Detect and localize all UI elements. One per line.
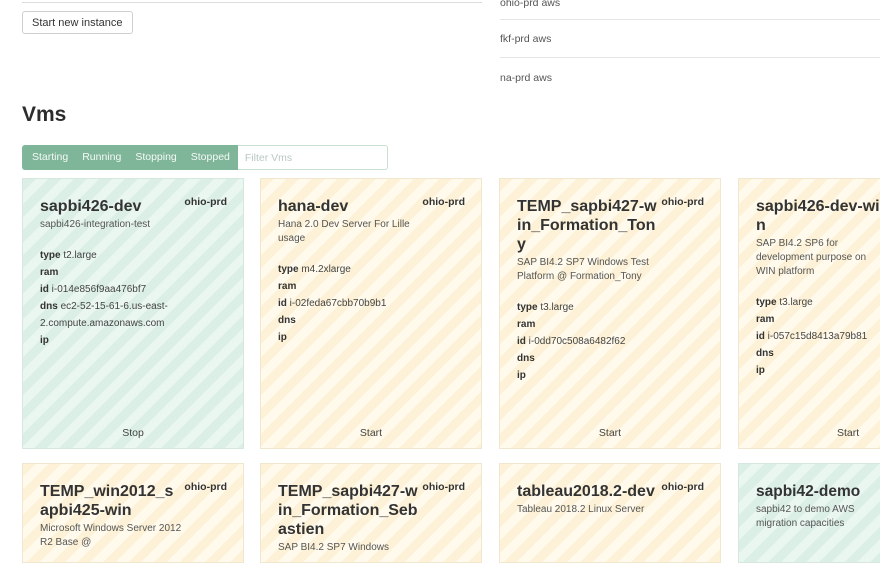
region-item[interactable]: na-prd aws bbox=[500, 58, 880, 98]
prop-label: ram bbox=[756, 314, 775, 325]
region-label: ohio-prd aws bbox=[500, 0, 561, 9]
filter-starting-button[interactable]: Starting bbox=[22, 145, 73, 170]
region-item[interactable]: ohio-prd aws bbox=[500, 0, 880, 20]
start-button[interactable]: Start bbox=[261, 418, 481, 448]
vm-id: i-057c15d8413a79b81 bbox=[767, 331, 868, 342]
vm-region: ohio-prd bbox=[184, 481, 227, 493]
vm-description: SAP BI4.2 SP6 for development purpose on… bbox=[756, 238, 867, 277]
vm-card: TEMP_win2012_sapbi425-win ohio-prd Micro… bbox=[22, 463, 244, 563]
previous-panel-edge bbox=[22, 0, 482, 3]
start-new-instance-button[interactable]: Start new instance bbox=[22, 11, 133, 34]
prop-label: ram bbox=[40, 267, 59, 278]
filter-stopped-button[interactable]: Stopped bbox=[182, 145, 238, 170]
prop-label: ram bbox=[278, 281, 297, 292]
vm-type: t2.large bbox=[63, 250, 97, 261]
region-label: fkf-prd aws bbox=[500, 33, 552, 45]
vm-name: tableau2018.2-dev bbox=[517, 483, 655, 500]
vm-card: sapbi426-dev ohio-prd sapbi426-integrati… bbox=[22, 178, 244, 449]
vm-region: ohio-prd bbox=[661, 481, 704, 493]
prop-label: type bbox=[278, 264, 299, 275]
vm-name: TEMP_sapbi427-win_Formation_Sebastien bbox=[278, 483, 418, 538]
prop-label: id bbox=[278, 298, 287, 309]
vm-name: TEMP_win2012_sapbi425-win bbox=[40, 483, 174, 519]
start-button[interactable]: Start bbox=[500, 418, 720, 448]
start-button[interactable]: Start bbox=[739, 418, 880, 448]
prop-label: id bbox=[756, 331, 765, 342]
prop-label: id bbox=[40, 284, 49, 295]
prop-label: ram bbox=[517, 319, 536, 330]
prop-label: type bbox=[756, 297, 777, 308]
vm-type: m4.2xlarge bbox=[301, 264, 351, 275]
vm-dns: ec2-52-15-61-6.us-east-2.compute.amazona… bbox=[40, 301, 168, 329]
vm-filter-bar: Starting Running Stopping Stopped bbox=[22, 145, 388, 170]
prop-label: ip bbox=[40, 335, 49, 346]
vm-card: TEMP_sapbi427-win_Formation_Sebastien oh… bbox=[260, 463, 482, 563]
region-item[interactable]: fkf-prd aws bbox=[500, 18, 880, 58]
vm-description: SAP BI4.2 SP7 Windows Test Platform @ Fo… bbox=[517, 257, 649, 282]
vm-id: i-014e856f9aa476bf7 bbox=[51, 284, 147, 295]
vm-properties: type t3.large ram id i-057c15d8413a79b81… bbox=[756, 294, 867, 379]
vm-region: ohio-prd bbox=[422, 481, 465, 493]
vm-region: ohio-prd bbox=[422, 196, 465, 208]
prop-label: type bbox=[40, 250, 61, 261]
prop-label: dns bbox=[756, 348, 774, 359]
vm-card: sapbi42-demo sapbi42 to demo AWS migrati… bbox=[738, 463, 880, 563]
vm-card: sapbi426-dev-win SAP BI4.2 SP6 for devel… bbox=[738, 178, 880, 449]
vm-region: ohio-prd bbox=[661, 196, 704, 208]
vm-properties: type m4.2xlarge ram id i-02feda67cbb70b9… bbox=[278, 261, 465, 346]
vm-description: Microsoft Windows Server 2012 R2 Base @ bbox=[40, 523, 182, 548]
state-filter-group: Starting Running Stopping Stopped bbox=[22, 145, 238, 170]
vm-properties: type t3.large ram id i-0dd70c508a6482f62… bbox=[517, 299, 704, 384]
prop-label: dns bbox=[40, 301, 58, 312]
vm-name: TEMP_sapbi427-win_Formation_Tony bbox=[517, 198, 657, 253]
filter-stopping-button[interactable]: Stopping bbox=[126, 145, 181, 170]
vm-description: sapbi426-integration-test bbox=[40, 219, 151, 230]
filter-vms-input[interactable] bbox=[237, 145, 388, 170]
prop-label: id bbox=[517, 336, 526, 347]
vm-name: sapbi426-dev-win bbox=[756, 198, 880, 234]
vm-description: Hana 2.0 Dev Server For Lille usage bbox=[278, 219, 410, 244]
vm-id: i-0dd70c508a6482f62 bbox=[528, 336, 626, 347]
prop-label: ip bbox=[278, 332, 287, 343]
vm-card: tableau2018.2-dev ohio-prd Tableau 2018.… bbox=[499, 463, 721, 563]
region-label: na-prd aws bbox=[500, 72, 552, 84]
prop-label: dns bbox=[278, 315, 296, 326]
prop-label: ip bbox=[517, 370, 526, 381]
vm-name: sapbi426-dev bbox=[40, 198, 142, 215]
vm-id: i-02feda67cbb70b9b1 bbox=[289, 298, 387, 309]
vm-type: t3.large bbox=[540, 302, 574, 313]
vm-description: sapbi42 to demo AWS migration capacities bbox=[756, 504, 855, 529]
vm-name: hana-dev bbox=[278, 198, 349, 215]
vms-section-title: Vms bbox=[22, 103, 67, 126]
prop-label: ip bbox=[756, 365, 765, 376]
vm-description: Tableau 2018.2 Linux Server bbox=[517, 504, 645, 515]
vm-card: TEMP_sapbi427-win_Formation_Tony ohio-pr… bbox=[499, 178, 721, 449]
prop-label: type bbox=[517, 302, 538, 313]
vm-card: hana-dev ohio-prd Hana 2.0 Dev Server Fo… bbox=[260, 178, 482, 449]
filter-running-button[interactable]: Running bbox=[73, 145, 126, 170]
vm-type: t3.large bbox=[779, 297, 813, 308]
prop-label: dns bbox=[517, 353, 535, 364]
stop-button[interactable]: Stop bbox=[23, 418, 243, 448]
vm-properties: type t2.large ram id i-014e856f9aa476bf7… bbox=[40, 247, 227, 349]
vm-region: ohio-prd bbox=[184, 196, 227, 208]
vm-description: SAP BI4.2 SP7 Windows bbox=[278, 542, 389, 553]
vm-name: sapbi42-demo bbox=[756, 483, 861, 500]
